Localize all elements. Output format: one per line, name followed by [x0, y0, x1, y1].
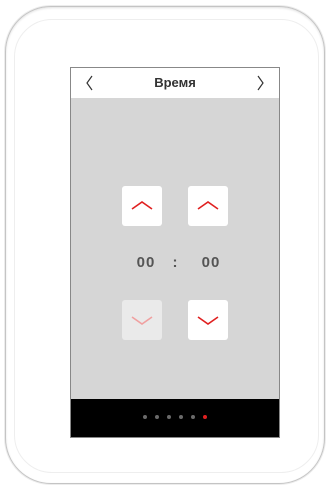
page-title: Время — [154, 75, 196, 90]
screen: Время 00 : 00 — [70, 67, 280, 438]
minutes-value: 00 — [201, 254, 221, 271]
chevron-down-icon — [197, 316, 219, 325]
footer-bar — [71, 399, 279, 437]
time-separator: : — [172, 254, 178, 271]
page-dot-5[interactable] — [191, 415, 195, 419]
minutes-down-button[interactable] — [188, 300, 228, 340]
minutes-up-button[interactable] — [188, 186, 228, 226]
chevron-right-icon — [257, 75, 264, 91]
hours-up-button[interactable] — [122, 186, 162, 226]
chevron-down-icon — [131, 316, 153, 325]
chevron-up-icon — [197, 201, 219, 210]
page-dot-4[interactable] — [179, 415, 183, 419]
page-dot-1[interactable] — [143, 415, 147, 419]
previous-page-button[interactable] — [83, 74, 97, 92]
chevron-up-icon — [131, 201, 153, 210]
header-bar: Время — [71, 68, 279, 98]
page-dot-6[interactable] — [203, 415, 207, 419]
hours-value: 00 — [136, 254, 156, 271]
hours-down-button[interactable] — [122, 300, 162, 340]
chevron-left-icon — [86, 75, 93, 91]
page-dot-2[interactable] — [155, 415, 159, 419]
page-indicator — [71, 415, 279, 419]
page-dot-3[interactable] — [167, 415, 171, 419]
next-page-button[interactable] — [253, 74, 267, 92]
